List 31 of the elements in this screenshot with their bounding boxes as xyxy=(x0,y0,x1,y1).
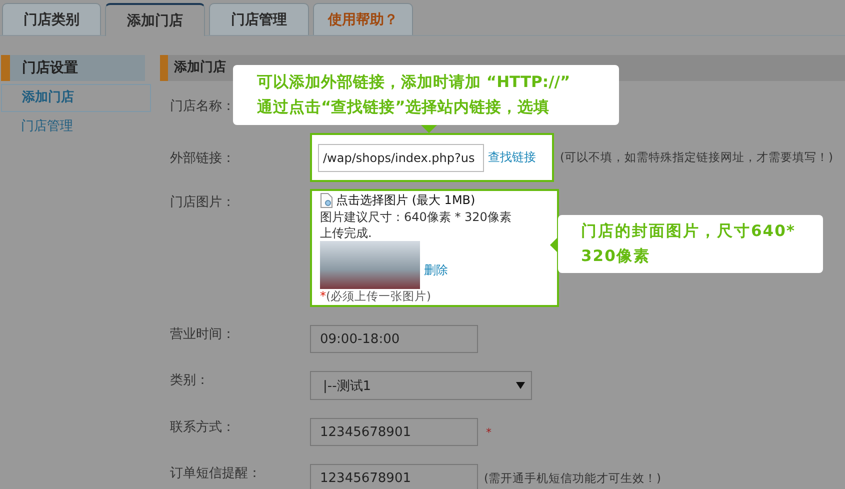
field-note: (可以不填，如需特殊指定链接网址，才需要填写！) xyxy=(560,150,833,165)
sidebar-heading: 门店设置 xyxy=(1,55,145,81)
field-label: 类别： xyxy=(170,373,209,388)
file-icon xyxy=(320,193,333,208)
size-hint: 图片建议尺寸：640像素 * 320像素 xyxy=(320,209,512,225)
link-input[interactable]: /wap/shops/index.php?us xyxy=(318,144,484,172)
field-label: 联系方式： xyxy=(170,420,235,435)
upload-link[interactable]: 点击选择图片 (最大 1MB) xyxy=(336,192,476,209)
category-select[interactable]: |--测试1 xyxy=(310,371,532,400)
field-label: 门店图片： xyxy=(170,195,235,210)
tab[interactable]: 门店类别 xyxy=(2,3,101,35)
field-label: 外部链接： xyxy=(170,150,235,166)
text-input[interactable]: 09:00-18:00 xyxy=(310,325,478,353)
tab[interactable]: 门店管理 xyxy=(209,3,309,35)
text-input[interactable]: 12345678901 xyxy=(310,464,478,489)
upload-status: 上传完成. xyxy=(320,225,373,241)
field-note: (必须上传一张图片) xyxy=(326,289,431,304)
tooltip-text: 通过点击“查找链接”选择站内链接，选填 xyxy=(257,97,550,118)
text-input[interactable]: 12345678901 xyxy=(310,418,478,446)
tooltip-text: 门店的封面图片，尺寸640* xyxy=(581,221,796,242)
tooltip-text: 320像素 xyxy=(581,246,650,267)
field-label: 订单短信提醒： xyxy=(170,466,261,481)
field-label: 门店名称： xyxy=(170,99,235,114)
delete-link[interactable]: 删除 xyxy=(424,262,448,279)
caret-icon xyxy=(516,382,525,389)
field-label: 营业时间： xyxy=(170,327,235,342)
required-mark: * xyxy=(320,289,326,304)
find-link[interactable]: 查找链接 xyxy=(488,149,536,166)
field-note: (需开通手机短信功能才可生效！) xyxy=(484,470,661,486)
required-mark: * xyxy=(486,426,492,438)
tab[interactable]: 添加门店 xyxy=(105,3,205,36)
